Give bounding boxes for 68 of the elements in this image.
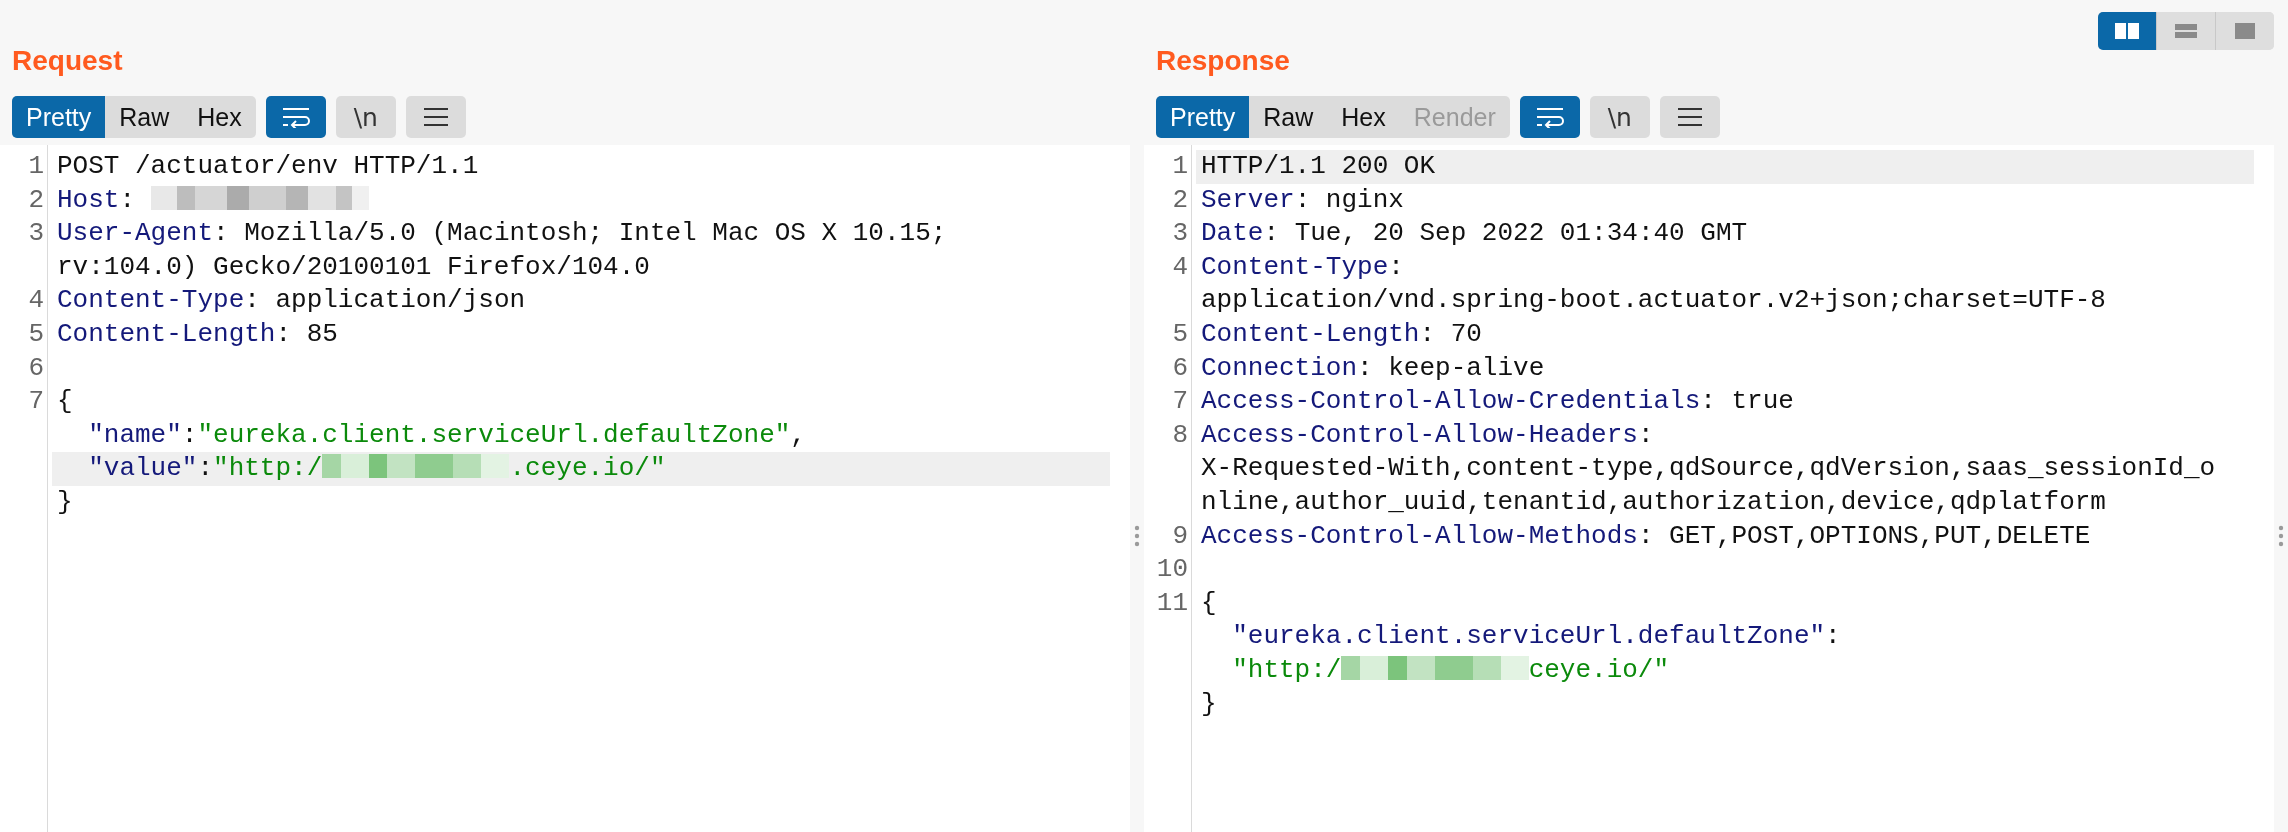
line-number: 9 — [1171, 519, 1189, 553]
line-number: 4 — [27, 284, 45, 318]
code-text: Server: nginx — [1201, 184, 1404, 215]
menu-icon — [1675, 106, 1704, 128]
code-text: "eureka.client.serviceUrl.defaultZone": — [1231, 621, 1841, 652]
menu-icon — [421, 106, 450, 128]
view-tab[interactable]: Hex — [183, 96, 256, 138]
line-number: 5 — [1171, 317, 1189, 351]
code-text: { — [1201, 587, 1217, 618]
menu-button[interactable] — [1659, 96, 1720, 138]
code-text: Access-Control-Allow-Methods: GET,POST,OPTIONS,PUT,DELETE — [1201, 520, 2091, 551]
code-text: Access-Control-Allow-Headers: — [1201, 419, 1654, 450]
line-number: 5 — [27, 317, 45, 351]
code-text: application/vnd.spring-boot.actuator.v2+json;charset=UTF-8 — [1201, 285, 2106, 316]
code-text: Host: — [57, 184, 370, 215]
code-text: Date: Tue, 20 Sep 2022 01:34:40 GMT — [1201, 218, 1748, 249]
view-tab[interactable]: Raw — [105, 96, 184, 138]
view-tab[interactable]: Raw — [1249, 96, 1328, 138]
line-number: 6 — [27, 351, 45, 385]
pane-title: Response — [1156, 44, 1290, 78]
view-tab[interactable]: Pretty — [1156, 96, 1250, 138]
line-number: 2 — [27, 183, 45, 217]
code-text: Content-Type: — [1201, 251, 1404, 282]
code-text: { — [57, 386, 73, 417]
code-text: Access-Control-Allow-Credentials: true — [1201, 386, 1794, 417]
newline-button[interactable]: \n — [335, 96, 396, 138]
two-columns-icon — [2114, 21, 2140, 41]
drag-handle-icon[interactable] — [2278, 525, 2284, 547]
line-number: 6 — [1171, 351, 1189, 385]
code-text: } — [57, 486, 73, 517]
pane-title: Request — [12, 44, 123, 78]
word-wrap-icon — [1534, 106, 1565, 128]
newline-button[interactable]: \n — [1589, 96, 1650, 138]
code-text: User-Agent: Mozilla/5.0 (Macintosh; Intel Mac OS X 10.15; — [57, 218, 947, 249]
code-text: "http:/ ceye.io/" — [1231, 654, 1670, 685]
line-number: 7 — [1171, 385, 1189, 419]
line-number: 10 — [1155, 553, 1189, 587]
two-rows-icon — [2173, 21, 2199, 41]
code-text: } — [1201, 688, 1217, 719]
menu-button[interactable] — [405, 96, 466, 138]
line-number: 1 — [1171, 150, 1189, 183]
code-text: rv:104.0) Gecko/20100101 Firefox/104.0 — [57, 251, 650, 282]
code-text: Content-Length: 85 — [57, 318, 338, 349]
word-wrap-icon — [280, 106, 311, 128]
line-number: 11 — [1155, 586, 1189, 620]
code-text: Content-Type: application/json — [57, 285, 526, 316]
layout-button[interactable] — [2098, 12, 2157, 50]
code-text: "value":"http:/ .ceye.io/" — [87, 453, 666, 484]
line-number: 2 — [1171, 183, 1189, 217]
line-number: 8 — [1171, 418, 1189, 452]
code-text: Connection: keep-alive — [1201, 352, 1545, 383]
line-number: 7 — [27, 385, 45, 419]
code-text: HTTP/1.1 200 OK — [1201, 151, 1436, 181]
code-text: Content-Length: 70 — [1201, 318, 1482, 349]
code-text: "name":"eureka.client.serviceUrl.defaultZone", — [87, 419, 806, 450]
code-text: POST /actuator/env HTTP/1.1 — [57, 151, 479, 181]
word-wrap-button[interactable] — [265, 96, 326, 138]
line-number: 4 — [1171, 250, 1189, 284]
view-tab[interactable]: Pretty — [12, 96, 106, 138]
code-text: nline,author_uuid,tenantid,authorization,device,qdplatform — [1201, 486, 2106, 517]
code-text: X-Requested-With,content-type,qdSource,qdVersion,saas_sessionId_o — [1201, 453, 2216, 484]
single-pane-icon — [2232, 21, 2258, 41]
line-number: 3 — [1171, 217, 1189, 251]
line-number: 3 — [27, 217, 45, 251]
view-tab[interactable]: Hex — [1327, 96, 1400, 138]
drag-handle-icon[interactable] — [1134, 525, 1140, 547]
word-wrap-button[interactable] — [1519, 96, 1580, 138]
line-number: 1 — [27, 150, 45, 183]
